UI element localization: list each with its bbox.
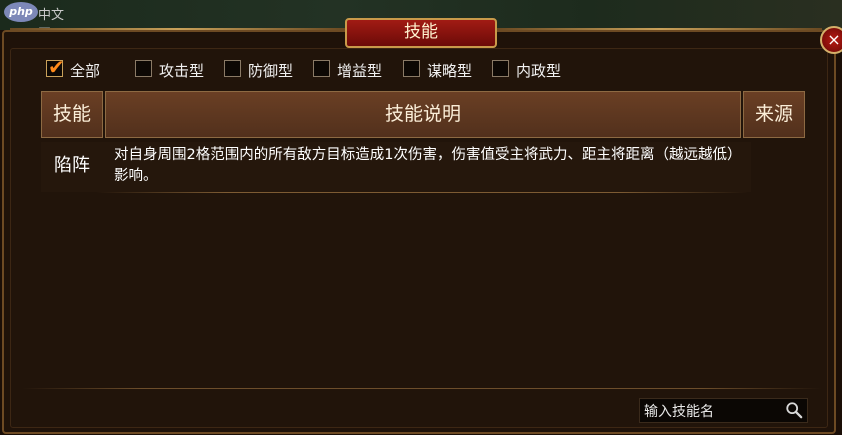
filter-label: 全部: [70, 62, 101, 80]
window-title: 技能: [345, 18, 497, 48]
checkbox-defense[interactable]: [224, 60, 241, 77]
search-icon[interactable]: [785, 401, 803, 419]
checkbox-attack[interactable]: [135, 60, 152, 77]
watermark: php 中文网: [4, 2, 74, 42]
watermark-logo: php: [4, 2, 38, 22]
close-icon: ×: [827, 30, 841, 49]
row-divider: [96, 192, 748, 193]
filter-label: 攻击型: [159, 62, 205, 80]
checkbox-buff[interactable]: [313, 60, 330, 77]
bottom-divider: [22, 388, 822, 389]
title-deco-left: [10, 28, 345, 30]
skill-description: 对自身周围2格范围内的所有敌方目标造成1次伤害，伤害值受主将武力、距主将距离（越…: [114, 147, 742, 184]
checkbox-strategy[interactable]: [403, 60, 420, 77]
filter-label: 增益型: [337, 62, 383, 80]
close-button[interactable]: ×: [820, 26, 842, 54]
column-header-skill[interactable]: 技能: [41, 91, 103, 138]
title-deco-right: [497, 28, 822, 30]
checkbox-all[interactable]: ✔: [46, 55, 65, 79]
search-box[interactable]: [639, 398, 808, 424]
skill-name: 陷阵: [54, 155, 90, 176]
column-header-description[interactable]: 技能说明: [105, 91, 741, 138]
checkmark-icon: ✔: [48, 55, 65, 79]
column-header-source[interactable]: 来源: [743, 91, 805, 138]
filter-label: 谋略型: [427, 62, 473, 80]
checkbox-domestic[interactable]: [492, 60, 509, 77]
filter-label: 内政型: [516, 62, 562, 80]
search-input[interactable]: [640, 399, 786, 424]
filter-label: 防御型: [248, 62, 294, 80]
